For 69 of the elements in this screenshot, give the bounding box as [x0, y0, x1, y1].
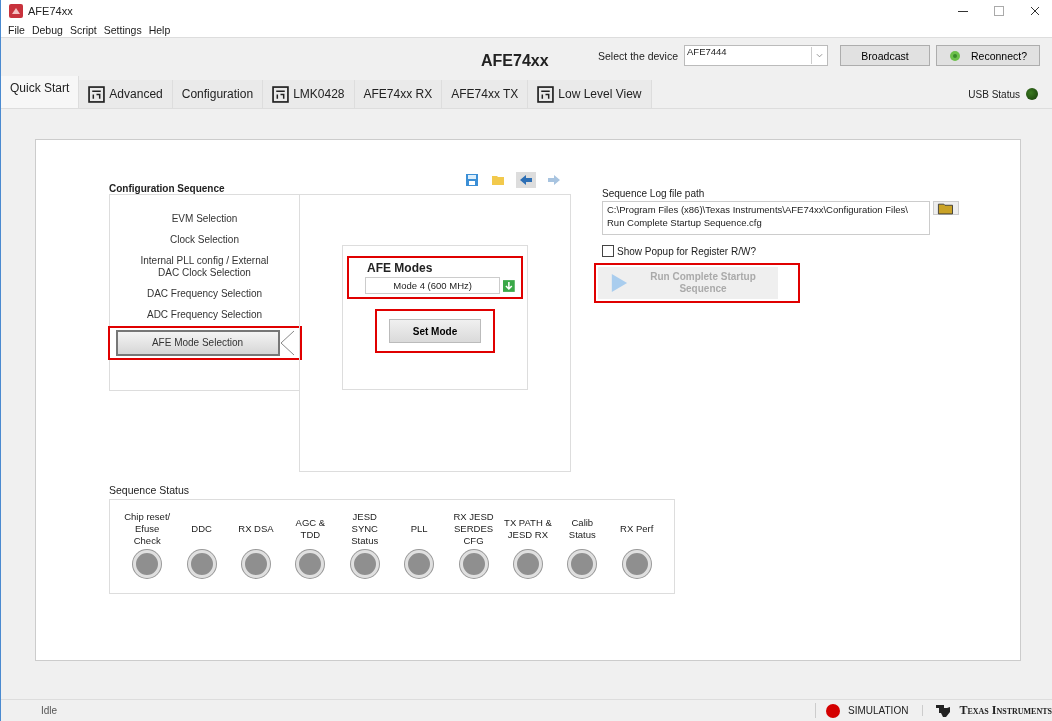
- status-label: TX PATH & JESD RX: [503, 516, 553, 542]
- status-led-icon: [1026, 88, 1038, 100]
- app-heading: AFE74xx: [481, 52, 549, 70]
- status-label: RX JESD SERDES CFG: [452, 516, 495, 542]
- maximize-icon[interactable]: [994, 6, 1004, 16]
- status-led-icon: [405, 550, 434, 578]
- window-title: AFE74xx: [28, 5, 73, 17]
- usb-status-label: USB Status: [968, 88, 1020, 100]
- broadcast-button[interactable]: Broadcast: [840, 45, 930, 66]
- simulation-led-icon: [826, 703, 840, 718]
- sequence-step[interactable]: EVM Selection: [129, 213, 280, 225]
- device-label: Select the device: [598, 49, 678, 62]
- status-label: PLL: [409, 522, 429, 536]
- down-arrow-icon[interactable]: [503, 279, 515, 292]
- menu-item[interactable]: Settings: [103, 23, 142, 36]
- status-led-icon: [459, 550, 488, 578]
- brand-name: Texas Instruments: [959, 703, 1052, 718]
- status-led-icon: [241, 550, 270, 578]
- pointer-icon: [279, 330, 294, 356]
- status-led-icon: [187, 550, 216, 578]
- status-label: JESD SYNC Status: [350, 516, 380, 542]
- status-label: AGC & TDD: [294, 516, 327, 542]
- mode-dropdown[interactable]: Mode 4 (600 MHz): [365, 277, 501, 294]
- status-led-icon: [133, 550, 162, 578]
- checkbox[interactable]: [602, 245, 614, 257]
- gear-icon: [948, 49, 961, 62]
- tab[interactable]: LMK0428: [263, 80, 355, 108]
- modes-label: AFE Modes: [366, 261, 434, 275]
- log-path-label: Sequence Log file path: [602, 188, 705, 199]
- play-icon: [610, 272, 628, 294]
- status-text: Idle: [41, 705, 58, 716]
- device-dropdown[interactable]: AFE7444: [684, 45, 828, 66]
- sequence-step[interactable]: Internal PLL config / External DAC Clock Selection: [129, 255, 280, 279]
- status-led-icon: [513, 550, 542, 578]
- reconnect-button[interactable]: Reconnect?: [936, 45, 1040, 66]
- logo-icon: [935, 703, 952, 718]
- close-icon[interactable]: [1030, 6, 1040, 16]
- checkbox-label: Show Popup for Register R/W?: [617, 245, 756, 257]
- sequence-step[interactable]: Clock Selection: [129, 234, 280, 246]
- menu-item[interactable]: Script: [69, 23, 97, 36]
- status-label: DDC: [190, 522, 213, 536]
- tab[interactable]: AFE74xx RX: [354, 80, 443, 108]
- sequence-step[interactable]: DAC Frequency Selection: [129, 288, 280, 300]
- section-title: Sequence Status: [109, 484, 189, 496]
- tab[interactable]: Advanced: [79, 80, 173, 108]
- menu-item[interactable]: Debug: [31, 23, 63, 36]
- minimize-icon[interactable]: [958, 10, 968, 12]
- tab[interactable]: Quick Start: [1, 76, 80, 108]
- tab[interactable]: Low Level View: [528, 80, 652, 108]
- log-path-field[interactable]: C:\Program Files (x86)\Texas Instruments\AFE74xx\Configuration Files\ Run Complete Startup Sequence.cfg: [602, 201, 930, 235]
- status-led-icon: [622, 550, 651, 578]
- set-mode-button[interactable]: Set Mode: [389, 319, 481, 343]
- status-led-icon: [296, 550, 325, 578]
- status-label: RX DSA: [237, 522, 275, 536]
- status-label: Calib Status: [567, 516, 597, 542]
- tab[interactable]: AFE74xx TX: [442, 80, 529, 108]
- sequence-step[interactable]: ADC Frequency Selection: [129, 309, 280, 321]
- status-led-icon: [568, 550, 597, 578]
- menu-item[interactable]: File: [8, 23, 25, 36]
- status-led-icon: [350, 550, 379, 578]
- section-title: Configuration Sequence: [109, 183, 225, 194]
- save-icon[interactable]: [464, 173, 480, 187]
- status-label: RX Perf: [619, 522, 655, 536]
- mode-label: SIMULATION: [848, 705, 924, 716]
- browse-button[interactable]: [933, 201, 959, 215]
- sequence-step[interactable]: AFE Mode Selection: [115, 330, 280, 356]
- menu-item[interactable]: Help: [148, 23, 171, 36]
- app-icon: [9, 4, 23, 18]
- tab[interactable]: Configuration: [172, 80, 264, 108]
